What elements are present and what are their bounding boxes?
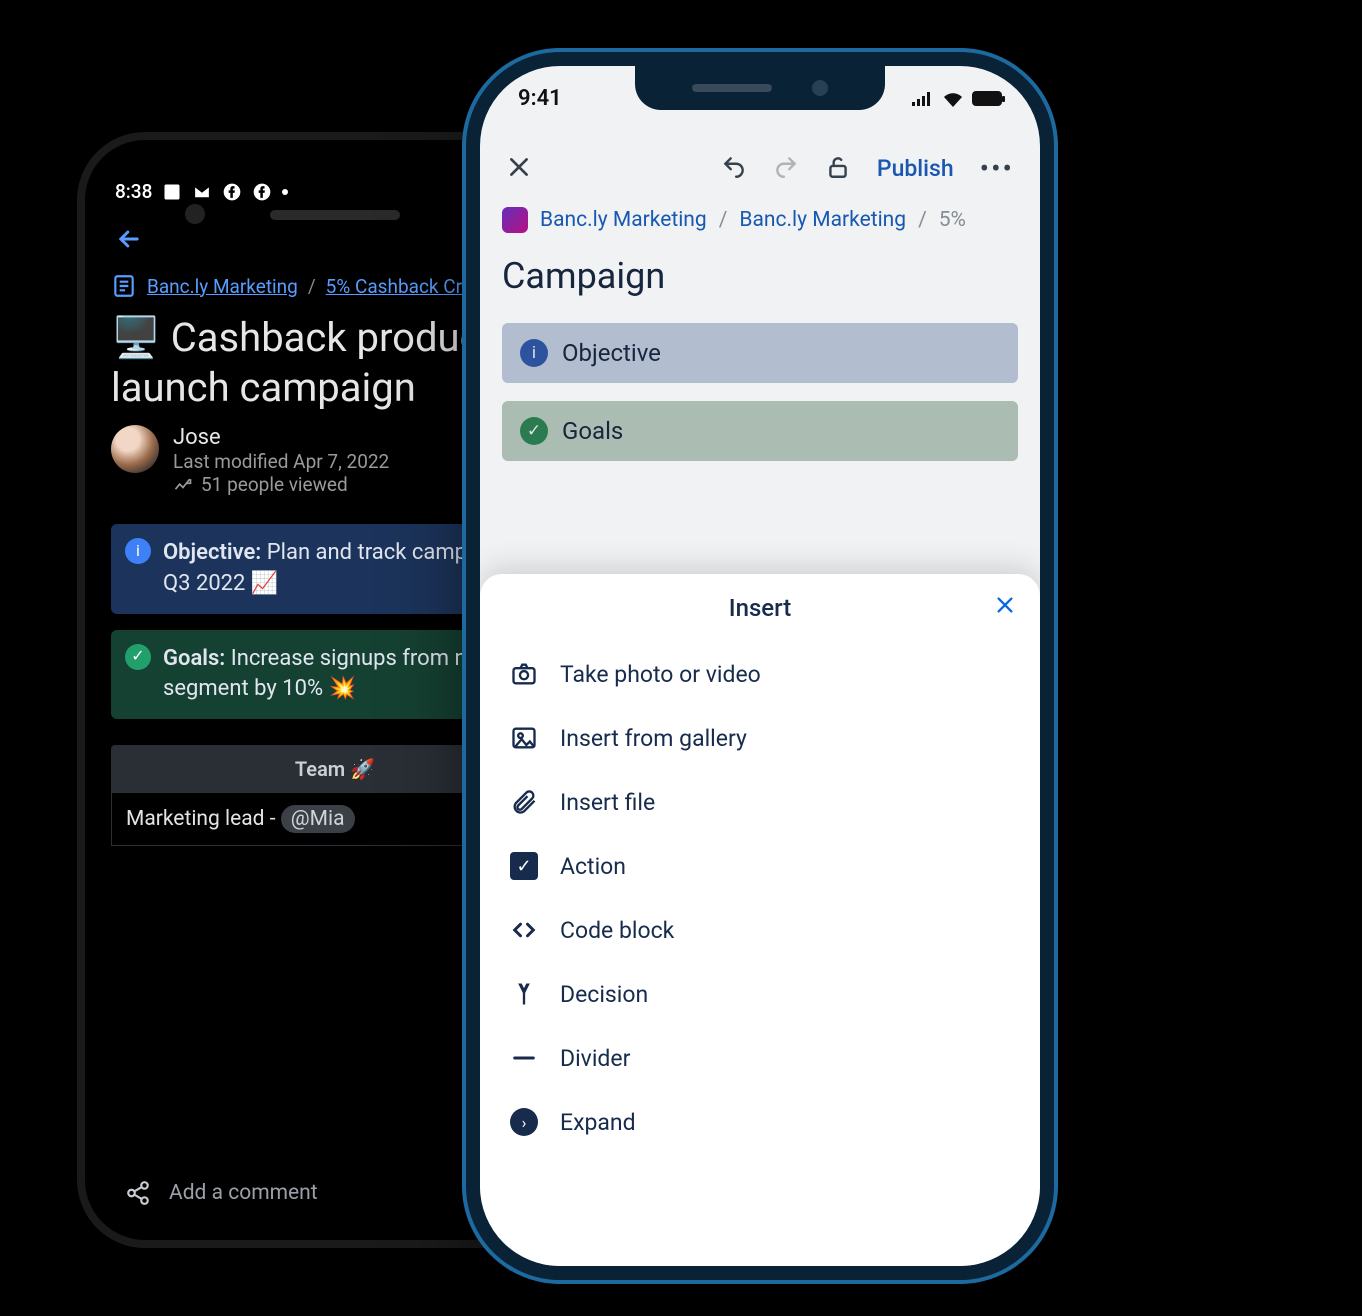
- code-icon: [510, 916, 538, 944]
- sheet-header: Insert: [480, 574, 1040, 642]
- crumb-3[interactable]: 5%: [939, 208, 966, 232]
- publish-button[interactable]: Publish: [877, 155, 954, 182]
- insert-code-block[interactable]: Code block: [480, 898, 1040, 962]
- space-icon[interactable]: [502, 207, 528, 233]
- lock-button[interactable]: [825, 154, 851, 184]
- redo-button[interactable]: [773, 154, 799, 184]
- camera-icon: [510, 660, 538, 688]
- team-row-label: Marketing lead -: [126, 807, 281, 831]
- viewed-text: 51 people viewed: [201, 473, 348, 496]
- back-button[interactable]: [115, 225, 143, 257]
- goals-label: Goals: [562, 417, 623, 445]
- more-button[interactable]: •••: [980, 152, 1014, 185]
- insert-from-gallery[interactable]: Insert from gallery: [480, 706, 1040, 770]
- comment-placeholder: Add a comment: [169, 1181, 318, 1205]
- analytics-icon: [173, 475, 193, 495]
- page-title[interactable]: Campaign: [480, 251, 1040, 323]
- facebook-status-icon-2: [252, 182, 272, 202]
- insert-decision[interactable]: Decision: [480, 962, 1040, 1026]
- item-label: Divider: [560, 1045, 630, 1072]
- item-label: Take photo or video: [560, 661, 761, 688]
- item-label: Insert from gallery: [560, 725, 747, 752]
- crumb-1[interactable]: Banc.ly Marketing: [540, 208, 707, 232]
- info-icon: i: [125, 538, 151, 564]
- insert-sheet: Insert Take photo or video Insert from g…: [480, 574, 1040, 1266]
- more-status-icon: [282, 189, 288, 195]
- mention-chip[interactable]: @Mia: [281, 805, 355, 833]
- facebook-status-icon: [222, 182, 242, 202]
- crumb-separator: /: [918, 208, 927, 232]
- item-label: Expand: [560, 1109, 636, 1136]
- check-icon: ✓: [125, 644, 151, 670]
- sheet-title: Insert: [729, 594, 791, 622]
- undo-button[interactable]: [721, 154, 747, 184]
- insert-file[interactable]: Insert file: [480, 770, 1040, 834]
- decision-icon: [510, 980, 538, 1008]
- breadcrumb: Banc.ly Marketing / Banc.ly Marketing / …: [480, 201, 1040, 251]
- crumb-2[interactable]: Banc.ly Marketing: [739, 208, 906, 232]
- item-label: Decision: [560, 981, 648, 1008]
- goals-card[interactable]: ✓ Goals: [502, 401, 1018, 461]
- expand-icon: ›: [510, 1108, 538, 1136]
- crumb-parent[interactable]: 5% Cashback Credit: [326, 275, 494, 298]
- objective-card[interactable]: i Objective: [502, 323, 1018, 383]
- phone-light: 9:41 Publish ••• Banc.ly Marketing / B: [480, 66, 1040, 1266]
- speaker-grill: [270, 210, 400, 220]
- viewed-meta: 51 people viewed: [173, 473, 389, 496]
- goals-label: Goals:: [163, 646, 225, 671]
- crumb-space[interactable]: Banc.ly Marketing: [147, 275, 298, 298]
- gmail-status-icon: [192, 182, 212, 202]
- insert-expand[interactable]: › Expand: [480, 1090, 1040, 1154]
- check-icon: ✓: [520, 417, 548, 445]
- sheet-close-button[interactable]: [994, 594, 1016, 622]
- divider-icon: [510, 1044, 538, 1072]
- attachment-icon: [510, 788, 538, 816]
- item-label: Insert file: [560, 789, 655, 816]
- modified-meta: Last modified Apr 7, 2022: [173, 450, 389, 473]
- author-name: Jose: [173, 425, 389, 450]
- gallery-status-icon: [162, 182, 182, 202]
- insert-divider[interactable]: Divider: [480, 1026, 1040, 1090]
- crumb-separator: /: [719, 208, 728, 232]
- author-avatar[interactable]: [111, 425, 159, 473]
- action-icon: ✓: [510, 852, 538, 880]
- insert-photo-video[interactable]: Take photo or video: [480, 642, 1040, 706]
- item-label: Action: [560, 853, 626, 880]
- objective-label: Objective:: [163, 540, 261, 565]
- document-icon: [111, 273, 137, 299]
- crumb-separator: /: [308, 275, 316, 298]
- editor-toolbar: Publish •••: [480, 136, 1040, 201]
- share-icon[interactable]: [125, 1180, 151, 1206]
- item-label: Code block: [560, 917, 674, 944]
- info-icon: i: [520, 339, 548, 367]
- status-time: 8:38: [115, 180, 152, 203]
- close-button[interactable]: [506, 154, 532, 184]
- image-icon: [510, 724, 538, 752]
- insert-action[interactable]: ✓ Action: [480, 834, 1040, 898]
- objective-label: Objective: [562, 339, 661, 367]
- front-camera: [185, 204, 205, 224]
